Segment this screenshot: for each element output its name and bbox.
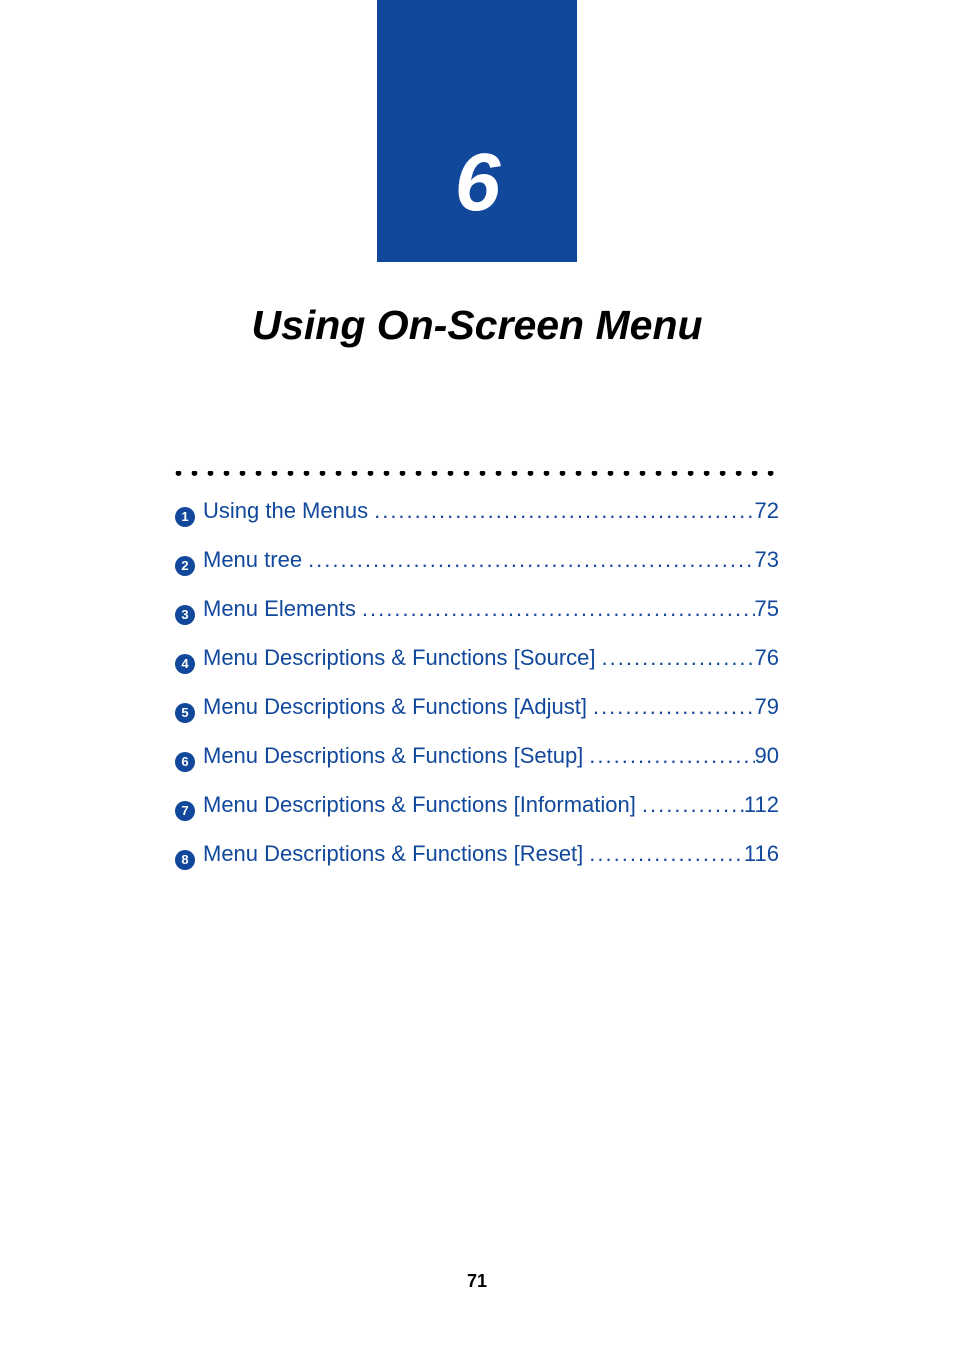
bullet-icon: 5 [175,703,195,723]
page-number: 71 [0,1271,954,1292]
toc-leader: ........................................… [368,498,754,524]
toc-link-menu-desc-information[interactable]: 7 Menu Descriptions & Functions [Informa… [175,792,779,841]
chapter-number: 6 [455,142,500,224]
chapter-number-box: 6 [377,0,577,262]
toc-link-menu-desc-reset[interactable]: 8 Menu Descriptions & Functions [Reset] … [175,841,779,890]
toc-leader: ........................................… [302,547,754,573]
toc-label: Menu Elements [203,596,356,622]
toc-leader: ........................................… [587,694,755,720]
toc: 1 Using the Menus ......................… [175,498,779,890]
bullet-icon: 2 [175,556,195,576]
toc-page: 116 [744,841,779,867]
divider-dots: ••••••••••••••••••••••••••••••••••••••••… [175,471,779,477]
toc-link-menu-desc-source[interactable]: 4 Menu Descriptions & Functions [Source]… [175,645,779,694]
toc-leader: ........................................… [596,645,755,671]
page: 6 Using On-Screen Menu •••••••••••••••••… [0,0,954,1348]
toc-link-menu-desc-adjust[interactable]: 5 Menu Descriptions & Functions [Adjust]… [175,694,779,743]
bullet-icon: 1 [175,507,195,527]
toc-page: 76 [755,645,779,671]
toc-page: 79 [755,694,779,720]
bullet-icon: 3 [175,605,195,625]
toc-label: Using the Menus [203,498,368,524]
divider-dots-glyphs: ••••••••••••••••••••••••••••••••••••••••… [175,471,779,477]
toc-link-using-the-menus[interactable]: 1 Using the Menus ......................… [175,498,779,547]
toc-page: 90 [755,743,779,769]
toc-leader: ........................................… [583,841,744,867]
toc-leader: ........................................… [636,792,744,818]
chapter-title: Using On-Screen Menu [0,302,954,349]
toc-link-menu-desc-setup[interactable]: 6 Menu Descriptions & Functions [Setup] … [175,743,779,792]
toc-link-menu-elements[interactable]: 3 Menu Elements ........................… [175,596,779,645]
toc-label: Menu Descriptions & Functions [Adjust] [203,694,587,720]
toc-label: Menu Descriptions & Functions [Source] [203,645,596,671]
bullet-icon: 4 [175,654,195,674]
toc-page: 72 [755,498,779,524]
toc-label: Menu Descriptions & Functions [Setup] [203,743,583,769]
toc-leader: ........................................… [356,596,755,622]
toc-label: Menu Descriptions & Functions [Reset] [203,841,583,867]
toc-label: Menu tree [203,547,302,573]
toc-page: 112 [744,792,779,818]
bullet-icon: 7 [175,801,195,821]
toc-link-menu-tree[interactable]: 2 Menu tree ............................… [175,547,779,596]
toc-leader: ........................................… [583,743,754,769]
toc-page: 73 [755,547,779,573]
toc-label: Menu Descriptions & Functions [Informati… [203,792,636,818]
bullet-icon: 6 [175,752,195,772]
bullet-icon: 8 [175,850,195,870]
toc-page: 75 [755,596,779,622]
